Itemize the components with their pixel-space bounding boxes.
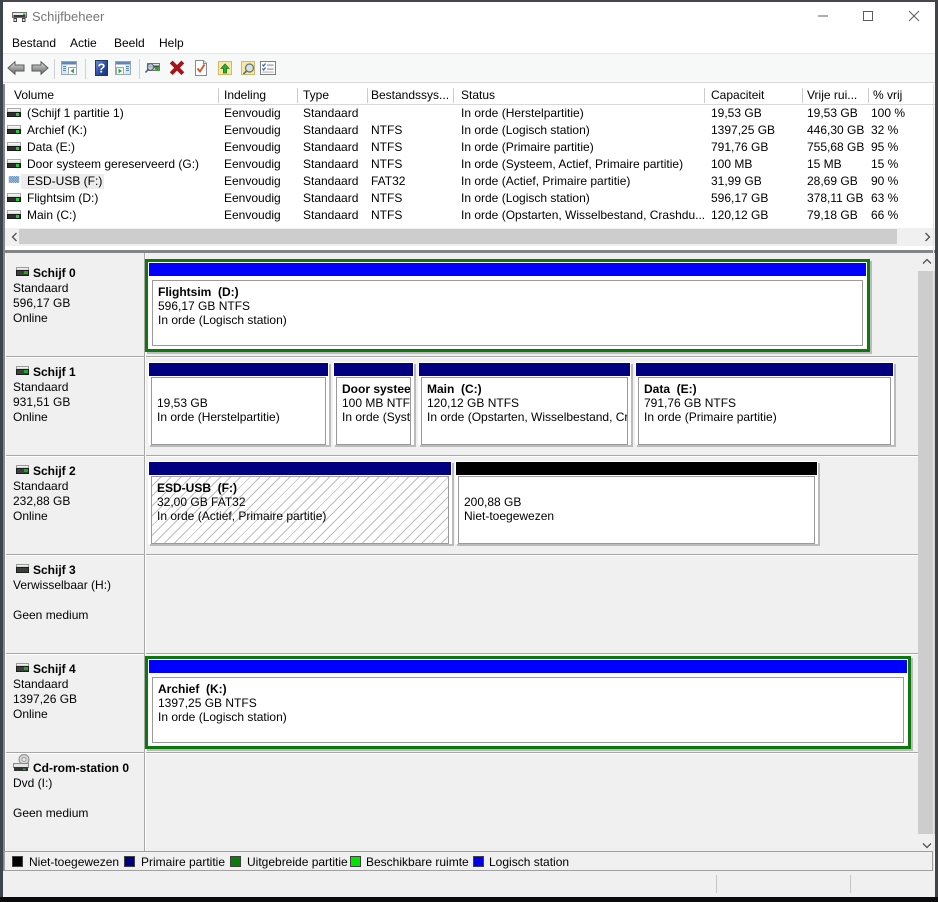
svg-text:?: ? (98, 61, 106, 76)
